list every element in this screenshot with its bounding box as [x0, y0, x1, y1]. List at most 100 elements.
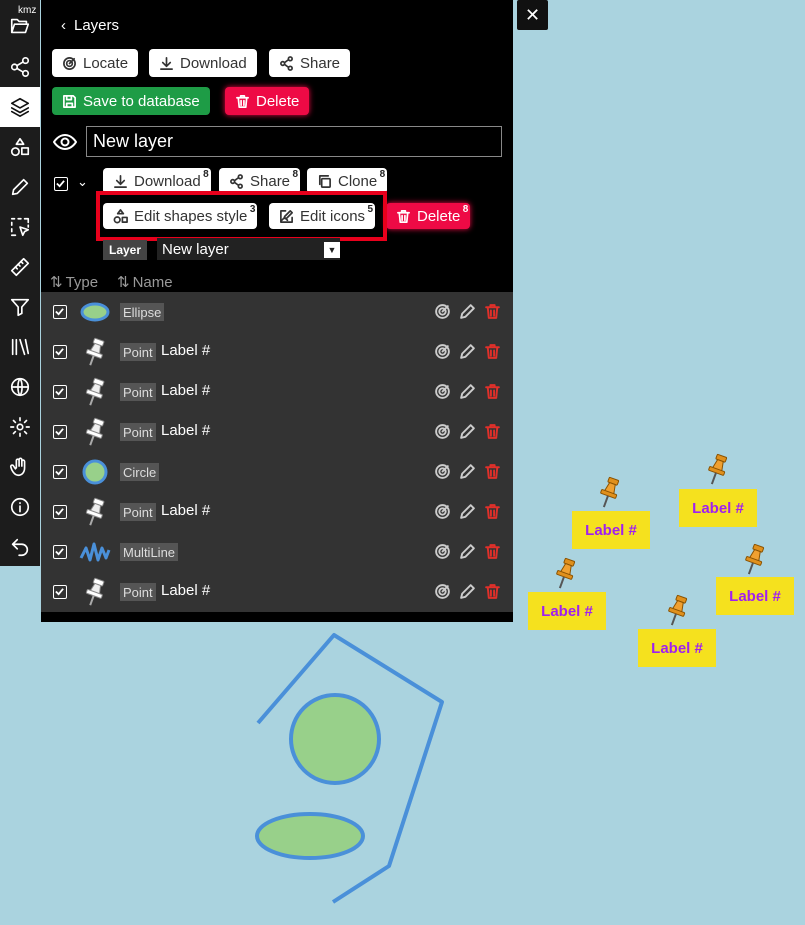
row-name: Label #: [161, 502, 211, 519]
download-icon: [160, 56, 173, 70]
trash-icon[interactable]: [484, 383, 501, 400]
share-icon: [280, 55, 293, 71]
shapes-tool-button[interactable]: [0, 127, 40, 167]
filter-tool-button[interactable]: [0, 287, 40, 327]
delete-layer-button[interactable]: Delete: [225, 87, 310, 115]
undo-tool-button[interactable]: [0, 527, 40, 567]
trash-icon[interactable]: [484, 583, 501, 600]
layer-select-all-checkbox[interactable]: [54, 177, 68, 191]
row-checkbox[interactable]: [53, 385, 67, 399]
draw-tool-button[interactable]: [0, 167, 40, 207]
table-row[interactable]: Point Label #: [41, 372, 513, 412]
close-button[interactable]: ✕: [517, 0, 548, 30]
pushpin-icon[interactable]: [664, 594, 690, 628]
locate-icon[interactable]: [434, 503, 451, 520]
sort-name-header[interactable]: ⇅ Name: [117, 273, 173, 292]
locate-icon[interactable]: [434, 463, 451, 480]
row-actions: [434, 303, 501, 320]
row-checkbox[interactable]: [53, 505, 67, 519]
layer-delete-button[interactable]: Delete 8: [386, 203, 471, 229]
layer-clone-label: Clone: [338, 172, 378, 190]
pencil-icon[interactable]: [459, 543, 476, 560]
pencil-icon[interactable]: [459, 583, 476, 600]
locate-button[interactable]: Locate: [52, 49, 139, 77]
trash-icon[interactable]: [484, 503, 501, 520]
pencil-icon[interactable]: [459, 463, 476, 480]
row-checkbox[interactable]: [53, 545, 67, 559]
chevron-down-icon[interactable]: ⌄: [77, 174, 88, 190]
map-label[interactable]: Label #: [528, 592, 606, 630]
pan-tool-button[interactable]: [0, 447, 40, 487]
share-button[interactable]: Share: [269, 49, 351, 77]
table-row[interactable]: Point Label #: [41, 412, 513, 452]
pencil-icon[interactable]: [459, 423, 476, 440]
download-button[interactable]: Download: [149, 49, 257, 77]
locate-icon[interactable]: [434, 583, 451, 600]
table-row[interactable]: MultiLine: [41, 532, 513, 572]
locate-icon: [63, 56, 76, 70]
pencil-icon[interactable]: [459, 303, 476, 320]
globe-tool-button[interactable]: [0, 367, 40, 407]
locate-icon[interactable]: [434, 543, 451, 560]
locate-icon[interactable]: [434, 303, 451, 320]
row-checkbox[interactable]: [53, 465, 67, 479]
map-label[interactable]: Label #: [716, 577, 794, 615]
row-checkbox[interactable]: [53, 345, 67, 359]
open-folder-button[interactable]: [0, 6, 40, 46]
map-ellipse[interactable]: [255, 812, 365, 860]
measure-tool-button[interactable]: [0, 247, 40, 287]
type-chip: Point: [120, 343, 156, 361]
pencil-icon: [11, 178, 29, 196]
pushpin-icon[interactable]: [741, 543, 767, 577]
row-checkbox[interactable]: [53, 585, 67, 599]
share-icon: [10, 57, 30, 77]
info-icon: [10, 497, 30, 517]
map-circle[interactable]: [289, 693, 381, 785]
pencil-icon[interactable]: [459, 383, 476, 400]
trash-icon[interactable]: [484, 463, 501, 480]
share-tool-button[interactable]: [0, 47, 40, 87]
pencil-icon[interactable]: [459, 503, 476, 520]
row-actions: [434, 583, 501, 600]
pushpin-icon[interactable]: [704, 453, 730, 487]
sort-type-header[interactable]: ⇅ Type: [50, 273, 98, 292]
select-tool-button[interactable]: [0, 207, 40, 247]
map-label[interactable]: Label #: [638, 629, 716, 667]
table-row[interactable]: Ellipse: [41, 292, 513, 332]
layers-tool-button[interactable]: [0, 87, 40, 127]
count-badge: 8: [292, 169, 299, 180]
count-badge: 8: [462, 204, 469, 215]
trash-icon[interactable]: [484, 543, 501, 560]
table-row[interactable]: Circle: [41, 452, 513, 492]
map-label[interactable]: Label #: [572, 511, 650, 549]
info-tool-button[interactable]: [0, 487, 40, 527]
pencil-icon[interactable]: [459, 343, 476, 360]
save-label: Save to database: [83, 92, 200, 110]
row-checkbox[interactable]: [53, 425, 67, 439]
layer-name-input[interactable]: New layer: [86, 126, 502, 157]
library-tool-button[interactable]: [0, 327, 40, 367]
table-row[interactable]: Point Label #: [41, 572, 513, 612]
locate-icon[interactable]: [434, 343, 451, 360]
row-actions: [434, 463, 501, 480]
trash-icon[interactable]: [484, 343, 501, 360]
layer-select[interactable]: New layer ▼: [157, 238, 340, 260]
trash-icon[interactable]: [484, 423, 501, 440]
row-name: Label #: [161, 382, 211, 399]
locate-icon[interactable]: [434, 423, 451, 440]
hand-icon: [10, 457, 26, 477]
table-row[interactable]: Point Label #: [41, 492, 513, 532]
trash-icon[interactable]: [484, 303, 501, 320]
row-checkbox[interactable]: [53, 305, 67, 319]
table-row[interactable]: Point Label #: [41, 332, 513, 372]
library-icon: [11, 338, 30, 356]
pushpin-icon[interactable]: [552, 557, 578, 591]
pushpin-icon[interactable]: [596, 476, 622, 510]
locate-icon[interactable]: [434, 383, 451, 400]
eye-icon[interactable]: [53, 131, 77, 153]
pushpin-thumbnail-icon: [85, 577, 105, 606]
settings-tool-button[interactable]: [0, 407, 40, 447]
map-label[interactable]: Label #: [679, 489, 757, 527]
save-to-database-button[interactable]: Save to database: [52, 87, 210, 115]
back-button[interactable]: ‹ Layers: [61, 14, 119, 36]
